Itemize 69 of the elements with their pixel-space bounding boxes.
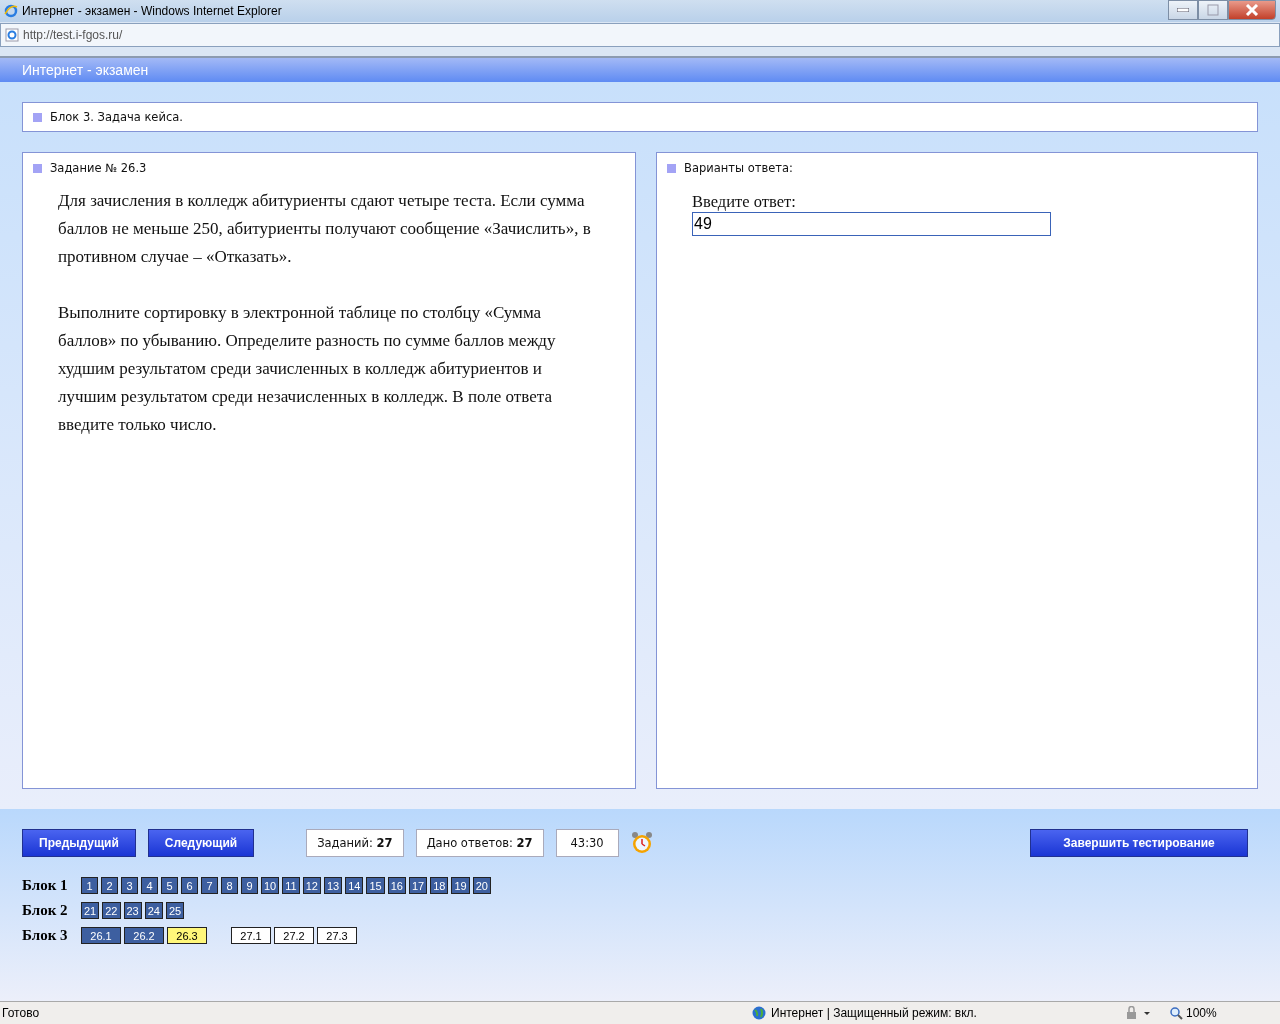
- task-number-tile[interactable]: 5: [161, 877, 178, 894]
- status-text: Готово: [1, 1006, 41, 1020]
- browser-logo-icon: [4, 4, 18, 18]
- window-title: Интернет - экзамен - Windows Internet Explorer: [22, 4, 283, 18]
- address-bar[interactable]: http://test.i-fgos.ru/: [0, 23, 1280, 47]
- next-button[interactable]: Следующий: [147, 829, 255, 857]
- task-number-tile[interactable]: 20: [472, 877, 491, 894]
- task-number-tile[interactable]: 13: [323, 877, 343, 894]
- task-number-tile[interactable]: 10: [261, 877, 280, 894]
- block-label: Блок 2: [22, 902, 69, 919]
- bullet-icon: [33, 163, 42, 173]
- lock-icon[interactable]: [1124, 1006, 1152, 1020]
- task-number-tile[interactable]: 27.1: [231, 927, 271, 944]
- zoom-control[interactable]: 100%: [1170, 1006, 1280, 1020]
- block-title: Блок 3. Задача кейса.: [50, 110, 183, 124]
- task-number-tile[interactable]: 24: [144, 902, 163, 919]
- close-icon: [1245, 4, 1259, 16]
- task-number-tile[interactable]: 27.3: [317, 927, 357, 944]
- task-paragraph: Выполните сортировку в электронной таблице по столбцу «Сумма баллов» по убыванию. Определите разность по сумме баллов между худшим результатом среди зачисленных в колледж абитуриентов и лучшим результатом среди незачисленных в колледж. В поле ответа введите только число.: [58, 302, 557, 436]
- security-zone-text: Интернет | Защищенный режим: вкл.: [771, 1006, 977, 1020]
- alarm-clock-icon: [630, 831, 653, 855]
- minimize-button[interactable]: [1168, 0, 1198, 20]
- task-number-tile[interactable]: 11: [282, 877, 300, 894]
- restore-icon: [1207, 4, 1219, 16]
- task-number-tile[interactable]: 14: [345, 877, 364, 894]
- bullet-icon: [33, 112, 42, 122]
- timer: 43:30: [555, 829, 619, 857]
- block-label: Блок 1: [22, 877, 69, 894]
- task-number-tile[interactable]: 2: [101, 877, 118, 894]
- answer-label: Введите ответ:: [692, 192, 797, 212]
- task-number-tile[interactable]: 21: [81, 902, 100, 919]
- task-number-tile[interactable]: 8: [221, 877, 238, 894]
- block-label: Блок 3: [22, 927, 69, 944]
- zoom-icon: [1170, 1006, 1183, 1020]
- task-number-tile[interactable]: 15: [366, 877, 385, 894]
- task-number-tile[interactable]: 26.2: [124, 927, 164, 944]
- url-text: http://test.i-fgos.ru/: [23, 28, 123, 42]
- task-number-tile[interactable]: 25: [166, 902, 185, 919]
- close-button[interactable]: [1228, 0, 1276, 20]
- task-number-tile[interactable]: 26.3: [167, 927, 207, 944]
- task-number-tile[interactable]: 4: [141, 877, 158, 894]
- app-header: Интернет - экзамен: [0, 58, 1280, 82]
- counter: Заданий: 27: [306, 829, 404, 857]
- task-title: Задание № 26.3: [50, 161, 147, 175]
- task-number-tile[interactable]: 7: [201, 877, 218, 894]
- globe-icon: [752, 1006, 766, 1020]
- answer-field[interactable]: 49: [692, 212, 1051, 236]
- bullet-icon: [667, 163, 676, 173]
- task-number-tile[interactable]: 9: [241, 877, 258, 894]
- task-number-tile[interactable]: 18: [430, 877, 449, 894]
- restore-button[interactable]: [1198, 0, 1228, 20]
- task-number-tile[interactable]: 3: [121, 877, 138, 894]
- task-number-tile[interactable]: 27.2: [274, 927, 314, 944]
- task-number-tile[interactable]: 1: [81, 877, 98, 894]
- counter: Дано ответов: 27: [415, 829, 544, 857]
- task-number-tile[interactable]: 22: [102, 902, 121, 919]
- task-paragraph: Для зачисления в колледж абитуриенты сдают четыре теста. Если сумма баллов не меньше 250, абитуриенты получают сообщение «Зачислить», в противном случае – «Отказать».: [58, 190, 592, 268]
- task-number-tile[interactable]: 6: [181, 877, 198, 894]
- finish-test-button[interactable]: Завершить тестирование: [1030, 829, 1248, 857]
- task-number-tile[interactable]: 26.1: [81, 927, 121, 944]
- page-icon: [5, 28, 19, 42]
- minimize-icon: [1177, 8, 1189, 12]
- task-number-tile[interactable]: 19: [451, 877, 470, 894]
- answer-title: Варианты ответа:: [684, 161, 793, 175]
- task-number-tile[interactable]: 12: [302, 877, 321, 894]
- task-number-tile[interactable]: 23: [123, 902, 142, 919]
- previous-button[interactable]: Предыдущий: [22, 829, 136, 857]
- task-number-tile[interactable]: 17: [408, 877, 428, 894]
- task-number-tile[interactable]: 16: [387, 877, 406, 894]
